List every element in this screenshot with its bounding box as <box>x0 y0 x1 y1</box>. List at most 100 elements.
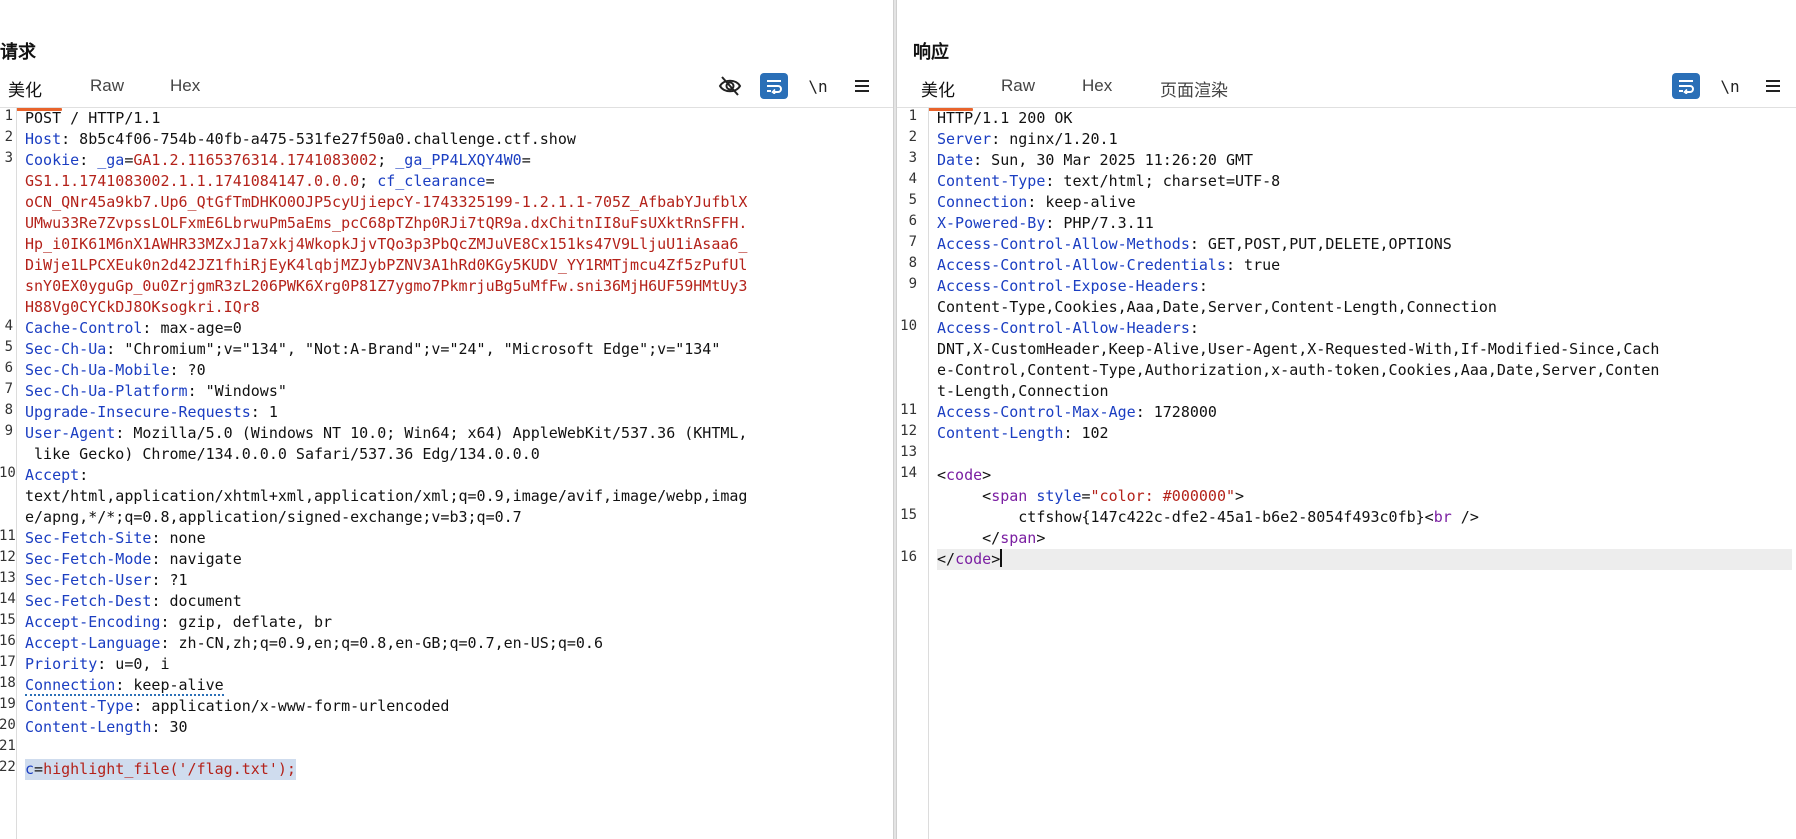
code-line[interactable]: 15 Accept-Encoding: gzip, deflate, br <box>0 612 889 633</box>
code-line[interactable]: 10 Accept: <box>0 465 889 486</box>
code-line[interactable]: DiWje1LPCXEuk0n2d42JZ1fhiRjEyK4lqbjMZJyb… <box>25 255 889 276</box>
response-tab-hex[interactable]: Hex <box>1082 76 1112 102</box>
response-editor[interactable]: 1 HTTP/1.1 200 OK 2 Server: nginx/1.20.1 3 Da… <box>897 107 1796 839</box>
line-number: 2 <box>908 129 917 145</box>
code-token: : keep-alive <box>1027 193 1136 211</box>
code-token: code <box>955 550 992 568</box>
code-line[interactable]: 2 Server: nginx/1.20.1 <box>909 129 1792 150</box>
code-line[interactable]: </span> <box>937 528 1792 549</box>
code-line[interactable]: 13 <box>900 444 1792 465</box>
code-token: Accept <box>25 466 80 484</box>
code-text <box>25 738 34 759</box>
code-line[interactable]: 4 Cache-Control: max-age=0 <box>5 318 889 339</box>
code-line[interactable]: 13 Sec-Fetch-User: ?1 <box>0 570 889 591</box>
code-line[interactable]: 7 Access-Control-Allow-Methods: GET,POST,… <box>909 234 1792 255</box>
code-line[interactable]: 9 User-Agent: Mozilla/5.0 (Windows NT 10.… <box>5 423 889 444</box>
code-line[interactable]: 22 c=highlight_file('/flag.txt'); <box>0 759 889 780</box>
word-wrap-icon[interactable] <box>760 73 788 99</box>
eye-off-icon[interactable] <box>716 73 744 99</box>
code-line[interactable]: 14 Sec-Fetch-Dest: document <box>0 591 889 612</box>
code-line[interactable]: 12 Content-Length: 102 <box>900 423 1792 444</box>
code-line[interactable]: snY0EX0yguGp_0u0ZrjgmR3zL206PWK6Xrg0P81Z… <box>25 276 889 297</box>
request-tab-hex[interactable]: Hex <box>170 76 200 102</box>
code-token: Access-Control-Expose-Headers <box>937 277 1199 295</box>
code-line[interactable]: like Gecko) Chrome/134.0.0.0 Safari/537.… <box>25 444 889 465</box>
code-line[interactable]: DNT,X-CustomHeader,Keep-Alive,User-Agent… <box>937 339 1792 360</box>
code-line[interactable]: 21 <box>0 738 889 759</box>
code-line[interactable]: 15 ctfshow{147c422c-dfe2-45a1-b6e2-8054f… <box>900 507 1792 528</box>
newline-label: \n <box>1720 76 1740 96</box>
code-line[interactable]: 12 Sec-Fetch-Mode: navigate <box>0 549 889 570</box>
code-token: Sec-Ch-Ua-Mobile <box>25 361 170 379</box>
request-code[interactable]: 1 POST / HTTP/1.1 2 Host: 8b5c4f06-754b-40f… <box>0 108 889 780</box>
code-token: Content-Type,Cookies,Aaa,Date,Server,Con… <box>937 298 1497 316</box>
response-tab-pretty[interactable]: 美化 <box>911 76 973 111</box>
code-line[interactable]: e-Control,Content-Type,Authorization,x-a… <box>937 360 1792 381</box>
code-line[interactable]: Content-Type,Cookies,Aaa,Date,Server,Con… <box>937 297 1792 318</box>
line-number: 13 <box>0 570 16 586</box>
request-editor[interactable]: 1 POST / HTTP/1.1 2 Host: 8b5c4f06-754b-40f… <box>0 107 893 839</box>
code-line[interactable]: e/apng,*/*;q=0.8,application/signed-exch… <box>25 507 889 528</box>
code-line[interactable]: 7 Sec-Ch-Ua-Platform: "Windows" <box>5 381 889 402</box>
response-tab-raw[interactable]: Raw <box>1001 76 1035 102</box>
code-line[interactable]: text/html,application/xhtml+xml,applicat… <box>25 486 889 507</box>
code-token: : zh-CN,zh;q=0.9,en;q=0.8,en-GB;q=0.7,en… <box>160 634 603 652</box>
newline-toggle-button[interactable]: \n <box>1716 73 1744 99</box>
code-token: = <box>521 151 531 169</box>
code-line[interactable]: 5 Connection: keep-alive <box>909 192 1792 213</box>
code-line[interactable]: GS1.1.1741083002.1.1.1741084147.0.0.0; c… <box>25 171 889 192</box>
code-line[interactable]: 16 Accept-Language: zh-CN,zh;q=0.9,en;q=0… <box>0 633 889 654</box>
code-line[interactable]: 3 Date: Sun, 30 Mar 2025 11:26:20 GMT <box>909 150 1792 171</box>
code-line[interactable]: 8 Upgrade-Insecure-Requests: 1 <box>5 402 889 423</box>
code-line[interactable]: 5 Sec-Ch-Ua: "Chromium";v="134", "Not:A-B… <box>5 339 889 360</box>
code-line[interactable]: 16 </code> <box>900 549 1792 570</box>
hamburger-menu-icon[interactable] <box>848 73 876 99</box>
code-line[interactable]: 11 Sec-Fetch-Site: none <box>0 528 889 549</box>
line-number: 9 <box>4 423 13 439</box>
code-token: : Sun, 30 Mar 2025 11:26:20 GMT <box>973 151 1254 169</box>
word-wrap-icon[interactable] <box>1672 73 1700 99</box>
code-line[interactable]: 6 Sec-Ch-Ua-Mobile: ?0 <box>5 360 889 381</box>
code-line[interactable]: 1 POST / HTTP/1.1 <box>5 108 889 129</box>
code-line[interactable]: H88Vg0CYCkDJ8OKsogkri.IQr8 <box>25 297 889 318</box>
code-line[interactable]: 20 Content-Length: 30 <box>0 717 889 738</box>
code-token: Access-Control-Max-Age <box>937 403 1136 421</box>
code-line[interactable]: 18 Connection: keep-alive <box>0 675 889 696</box>
code-line[interactable]: 6 X-Powered-By: PHP/7.3.11 <box>909 213 1792 234</box>
code-text: DNT,X-CustomHeader,Keep-Alive,User-Agent… <box>937 339 1659 360</box>
hamburger-menu-icon[interactable] <box>1759 73 1787 99</box>
code-token: Sec-Fetch-Dest <box>25 592 152 610</box>
response-tab-render[interactable]: 页面渲染 <box>1160 76 1228 107</box>
code-line[interactable]: 11 Access-Control-Max-Age: 1728000 <box>900 402 1792 423</box>
code-token: GA1.2.1165376314.1741083002 <box>133 151 378 169</box>
line-number: 7 <box>908 234 917 250</box>
code-line[interactable]: 1 HTTP/1.1 200 OK <box>909 108 1792 129</box>
code-line[interactable]: UMwu33Re7ZvpssLOLFxmE6LbrwuPm5aEms_pcC68… <box>25 213 889 234</box>
code-token: : text/html; charset=UTF-8 <box>1045 172 1281 190</box>
code-line[interactable]: 3 Cookie: _ga = GA1.2.1165376314.1741083002… <box>5 150 889 171</box>
code-token: : ?0 <box>169 361 206 379</box>
code-line[interactable]: <span style="color: #000000"> <box>937 486 1792 507</box>
code-text: e/apng,*/*;q=0.8,application/signed-exch… <box>25 507 522 528</box>
code-line[interactable]: Hp_i0IK61M6nX1AWHR33MZxJ1a7xkj4WkopkJjvT… <box>25 234 889 255</box>
code-token: ; <box>359 172 378 190</box>
code-line[interactable]: 9 Access-Control-Expose-Headers: <box>909 276 1792 297</box>
newline-toggle-button[interactable]: \n <box>804 73 832 99</box>
code-line[interactable]: 2 Host: 8b5c4f06-754b-40fb-a475-531fe27f5… <box>5 129 889 150</box>
code-text: Hp_i0IK61M6nX1AWHR33MZxJ1a7xkj4WkopkJjvT… <box>25 234 747 255</box>
request-tab-raw[interactable]: Raw <box>90 76 124 102</box>
code-line[interactable]: oCN_QNr45a9kb7.Up6_QtGfTmDHKO0OJP5cyUjie… <box>25 192 889 213</box>
code-line[interactable]: 14 <code> <box>900 465 1792 486</box>
code-token: : "Windows" <box>187 382 287 400</box>
request-tab-pretty[interactable]: 美化 <box>0 76 62 111</box>
line-number: 1 <box>4 108 13 124</box>
code-line[interactable]: t-Length,Connection <box>937 381 1792 402</box>
code-line[interactable]: 10 Access-Control-Allow-Headers: <box>900 318 1792 339</box>
code-text: POST / HTTP/1.1 <box>25 108 160 129</box>
code-line[interactable]: 17 Priority: u=0, i <box>0 654 889 675</box>
code-line[interactable]: 4 Content-Type: text/html; charset=UTF-8 <box>909 171 1792 192</box>
code-line[interactable]: 19 Content-Type: application/x-www-form-u… <box>0 696 889 717</box>
code-line[interactable]: 8 Access-Control-Allow-Credentials: true <box>909 255 1792 276</box>
response-code[interactable]: 1 HTTP/1.1 200 OK 2 Server: nginx/1.20.1 3 Da… <box>900 108 1792 570</box>
